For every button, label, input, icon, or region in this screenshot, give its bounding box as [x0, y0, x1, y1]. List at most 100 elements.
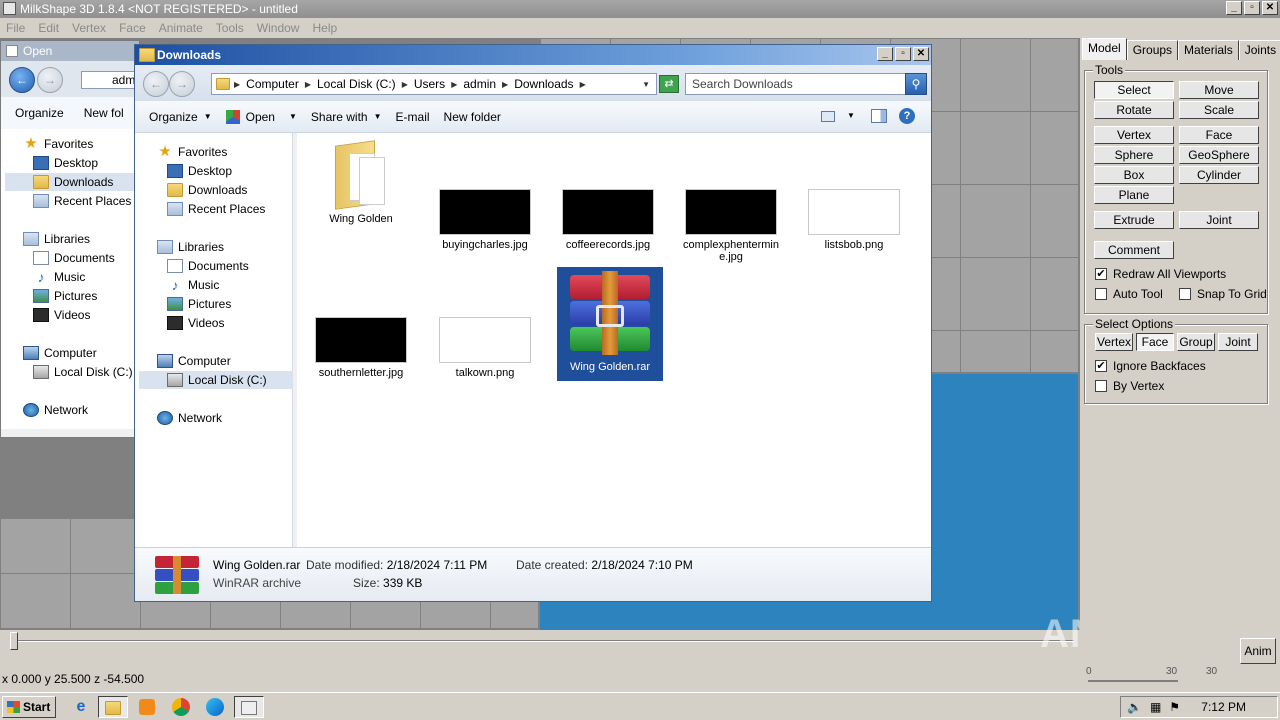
- nav-music[interactable]: ♪ Music: [167, 276, 220, 294]
- chevron-right-icon[interactable]: ▶: [580, 80, 586, 89]
- nav-documents[interactable]: Documents: [33, 249, 115, 267]
- search-input[interactable]: Search Downloads: [685, 73, 907, 95]
- email-button[interactable]: E-mail: [396, 110, 430, 124]
- box-tool-button[interactable]: Box: [1094, 166, 1174, 184]
- edge-icon[interactable]: [200, 696, 230, 718]
- breadcrumb-downloads[interactable]: Downloads: [512, 77, 575, 91]
- geosphere-tool-button[interactable]: GeoSphere: [1179, 146, 1259, 164]
- refresh-icon[interactable]: ⇄: [659, 75, 679, 93]
- select-joint-button[interactable]: Joint: [1218, 333, 1258, 351]
- timeline-slider-thumb[interactable]: [10, 632, 18, 650]
- file-item[interactable]: talkown.png: [435, 317, 535, 379]
- menu-face[interactable]: Face: [119, 18, 146, 38]
- speaker-icon[interactable]: 🔈: [1127, 700, 1142, 714]
- network-icon[interactable]: ▦: [1150, 700, 1161, 714]
- breadcrumb-local-disk[interactable]: Local Disk (C:): [315, 77, 398, 91]
- tab-model[interactable]: Model: [1082, 38, 1127, 60]
- share-with-button[interactable]: Share with ▼: [311, 110, 382, 124]
- nav-videos[interactable]: Videos: [33, 306, 90, 324]
- menu-animate[interactable]: Animate: [159, 18, 203, 38]
- timeline-track[interactable]: [14, 640, 1074, 642]
- search-icon[interactable]: ⚲: [905, 73, 927, 95]
- nav-downloads[interactable]: Downloads: [5, 173, 135, 191]
- tab-materials[interactable]: Materials: [1178, 40, 1239, 60]
- start-button[interactable]: Start: [2, 696, 56, 718]
- new-folder-button[interactable]: New folder: [444, 110, 501, 124]
- tab-groups[interactable]: Groups: [1126, 40, 1179, 60]
- breadcrumb-users[interactable]: Users: [412, 77, 447, 91]
- minimize-button[interactable]: _: [1226, 1, 1242, 15]
- sphere-tool-button[interactable]: Sphere: [1094, 146, 1174, 164]
- chevron-down-icon[interactable]: ▼: [642, 80, 650, 89]
- flag-icon[interactable]: ⚑: [1169, 700, 1180, 714]
- checkbox-box[interactable]: ✔: [1095, 360, 1107, 372]
- nav-local-disk[interactable]: Local Disk (C:): [139, 371, 293, 389]
- anim-button[interactable]: Anim: [1240, 638, 1276, 664]
- nav-videos[interactable]: Videos: [167, 314, 224, 332]
- address-bar[interactable]: ▶ Computer ▶ Local Disk (C:) ▶ Users ▶ a…: [211, 73, 657, 95]
- file-item[interactable]: southernletter.jpg: [311, 317, 411, 379]
- close-button[interactable]: ✕: [913, 47, 929, 61]
- file-item[interactable]: buyingcharles.jpg: [435, 189, 535, 251]
- open-new-folder-button[interactable]: New fol: [84, 106, 124, 120]
- view-icon[interactable]: [821, 111, 835, 122]
- comment-tool-button[interactable]: Comment: [1094, 241, 1174, 259]
- nav-pictures[interactable]: Pictures: [33, 287, 97, 305]
- minimize-button[interactable]: _: [877, 47, 893, 61]
- menu-tools[interactable]: Tools: [216, 18, 244, 38]
- file-item-selected[interactable]: Wing Golden.rar: [557, 267, 663, 381]
- chevron-right-icon[interactable]: ▶: [502, 80, 508, 89]
- nav-computer[interactable]: Computer: [157, 352, 231, 370]
- open-organize-button[interactable]: Organize: [15, 106, 64, 120]
- back-arrow-icon[interactable]: ←: [143, 71, 169, 97]
- preview-pane-icon[interactable]: [871, 109, 887, 123]
- checkbox-box[interactable]: ✔: [1095, 268, 1107, 280]
- nav-libraries[interactable]: Libraries: [23, 230, 90, 248]
- nav-favorites[interactable]: ★ Favorites: [157, 143, 227, 161]
- auto-tool-checkbox[interactable]: Auto Tool: [1095, 287, 1163, 301]
- internet-explorer-icon[interactable]: e: [66, 696, 96, 718]
- speed-slider[interactable]: [1088, 680, 1178, 682]
- select-group-button[interactable]: Group: [1177, 333, 1215, 351]
- extrude-tool-button[interactable]: Extrude: [1094, 211, 1174, 229]
- vertex-tool-button[interactable]: Vertex: [1094, 126, 1174, 144]
- open-address-bar[interactable]: adm: [81, 71, 141, 89]
- plane-tool-button[interactable]: Plane: [1094, 186, 1174, 204]
- chevron-right-icon[interactable]: ▶: [234, 80, 240, 89]
- menu-vertex[interactable]: Vertex: [72, 18, 106, 38]
- file-item[interactable]: complexphentermin e.jpg: [681, 189, 781, 263]
- nav-network[interactable]: Network: [157, 409, 222, 427]
- close-button[interactable]: ✕: [1262, 1, 1278, 15]
- nav-local-disk[interactable]: Local Disk (C:): [33, 363, 133, 381]
- chevron-down-icon[interactable]: ▼: [847, 111, 855, 120]
- menu-window[interactable]: Window: [257, 18, 300, 38]
- nav-libraries[interactable]: Libraries: [157, 238, 224, 256]
- nav-music[interactable]: ♪ Music: [33, 268, 86, 286]
- nav-pictures[interactable]: Pictures: [167, 295, 231, 313]
- milkshape-taskbar-icon[interactable]: [234, 696, 264, 718]
- file-item[interactable]: Wing Golden: [311, 140, 411, 225]
- scale-tool-button[interactable]: Scale: [1179, 101, 1259, 119]
- maximize-button[interactable]: ▫: [1244, 1, 1260, 15]
- file-item[interactable]: coffeerecords.jpg: [558, 189, 658, 251]
- rotate-tool-button[interactable]: Rotate: [1094, 101, 1174, 119]
- chevron-right-icon[interactable]: ▶: [305, 80, 311, 89]
- animation-timeline[interactable]: [0, 630, 1080, 668]
- select-tool-button[interactable]: Select: [1094, 81, 1174, 99]
- nav-downloads[interactable]: Downloads: [167, 181, 247, 199]
- chevron-right-icon[interactable]: ▶: [402, 80, 408, 89]
- maximize-button[interactable]: ▫: [895, 47, 911, 61]
- media-player-icon[interactable]: [132, 696, 162, 718]
- checkbox-box[interactable]: [1095, 380, 1107, 392]
- face-tool-button[interactable]: Face: [1179, 126, 1259, 144]
- nav-documents[interactable]: Documents: [167, 257, 249, 275]
- forward-arrow-icon[interactable]: →: [37, 67, 63, 93]
- snap-to-grid-checkbox[interactable]: Snap To Grid: [1179, 287, 1267, 301]
- open-button[interactable]: Open ▼: [225, 109, 297, 124]
- nav-recent-places[interactable]: Recent Places: [33, 192, 131, 210]
- checkbox-box[interactable]: [1095, 288, 1107, 300]
- menu-file[interactable]: File: [6, 18, 25, 38]
- menu-edit[interactable]: Edit: [38, 18, 59, 38]
- chevron-right-icon[interactable]: ▶: [451, 80, 457, 89]
- by-vertex-checkbox[interactable]: By Vertex: [1095, 379, 1164, 393]
